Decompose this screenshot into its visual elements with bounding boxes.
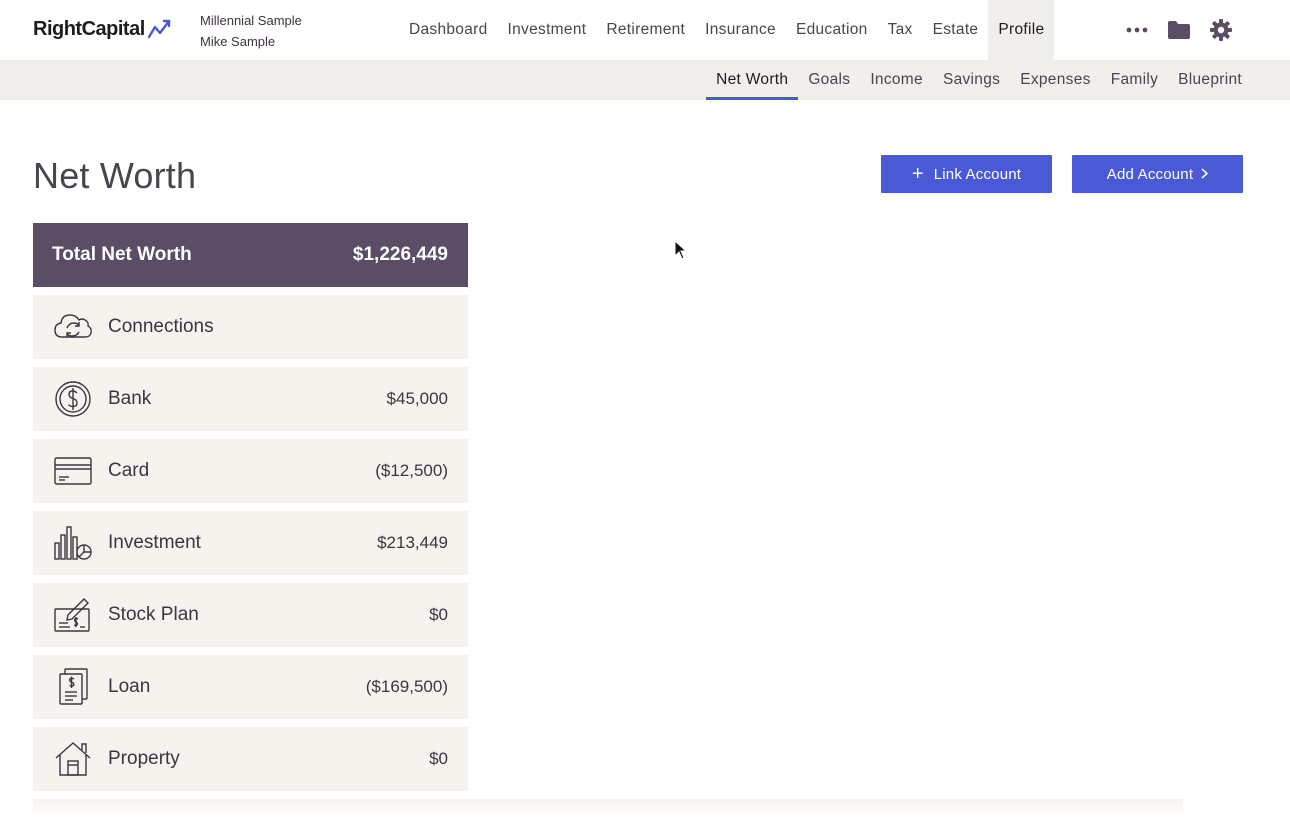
total-value: $1,226,449 [352,244,448,265]
category-label: Loan [108,676,151,697]
add-account-label: Add Account [1106,165,1194,183]
client-name: Mike Sample [200,34,276,49]
gear-icon[interactable] [1200,0,1242,60]
credit-card-icon [52,450,94,492]
category-label: Bank [108,388,152,409]
total-net-worth: Total Net Worth $1,226,449 [33,223,468,287]
tab-savings[interactable]: Savings [933,60,1010,100]
tab-net-worth[interactable]: Net Worth [706,60,799,100]
chevron-right-icon [1201,167,1209,182]
more-icon[interactable] [1116,0,1158,60]
category-value: $45,000 [386,389,448,408]
page-title: Net Worth [33,155,197,196]
top-bar: RightCapital Millennial Sample Mike Samp… [0,0,1290,60]
nav-dashboard[interactable]: Dashboard [399,0,498,60]
scroll-fade [33,799,1183,818]
plus-icon: + [911,163,924,185]
top-icons [1116,0,1242,60]
nav-education[interactable]: Education [786,0,878,60]
category-label: Connections [108,316,214,337]
nav-estate[interactable]: Estate [923,0,989,60]
tab-family[interactable]: Family [1101,60,1168,100]
category-loan[interactable]: Loan ($169,500) [33,655,468,719]
total-label: Total Net Worth [52,244,192,265]
category-bank[interactable]: Bank $45,000 [33,367,468,431]
category-label: Investment [108,532,201,553]
tab-goals[interactable]: Goals [798,60,860,100]
link-account-button[interactable]: + Link Account [881,155,1052,193]
house-icon [52,738,94,780]
category-value: $0 [429,749,448,768]
category-card[interactable]: Card ($12,500) [33,439,468,503]
add-account-button[interactable]: Add Account [1072,155,1243,193]
dollar-coin-icon [52,378,94,420]
main-nav: Dashboard Investment Retirement Insuranc… [399,0,1055,60]
folder-icon[interactable] [1158,0,1200,60]
loan-document-icon [52,666,94,708]
category-label: Stock Plan [108,604,199,625]
category-label: Property [108,748,180,769]
sub-nav-items: Net Worth Goals Income Savings Expenses … [706,60,1252,100]
brand-logo[interactable]: RightCapital [33,14,173,44]
signed-check-icon [52,594,94,636]
category-value: ($12,500) [375,461,448,480]
cloud-sync-icon [52,306,94,348]
category-value: ($169,500) [365,677,448,696]
client-info: Millennial Sample Mike Sample [200,10,302,52]
brand-name: RightCapital [33,17,145,40]
tab-income[interactable]: Income [860,60,933,100]
category-investment[interactable]: Investment $213,449 [33,511,468,575]
nav-investment[interactable]: Investment [498,0,597,60]
category-property[interactable]: Property $0 [33,727,468,791]
tab-expenses[interactable]: Expenses [1010,60,1100,100]
nav-profile[interactable]: Profile [988,0,1055,60]
nav-insurance[interactable]: Insurance [695,0,786,60]
nav-tax[interactable]: Tax [878,0,923,60]
category-stock-plan[interactable]: Stock Plan $0 [33,583,468,647]
mouse-cursor-icon [674,240,688,260]
logo-arrow-icon [147,19,170,39]
category-value: $213,449 [377,533,448,552]
category-connections[interactable]: Connections [33,295,468,359]
link-account-label: Link Account [933,165,1022,183]
category-label: Card [108,460,150,481]
sub-nav: Net Worth Goals Income Savings Expenses … [0,60,1290,100]
bar-pie-chart-icon [52,522,94,564]
client-plan: Millennial Sample [200,13,302,28]
category-value: $0 [429,605,448,624]
nav-retirement[interactable]: Retirement [596,0,695,60]
tab-blueprint[interactable]: Blueprint [1168,60,1252,100]
